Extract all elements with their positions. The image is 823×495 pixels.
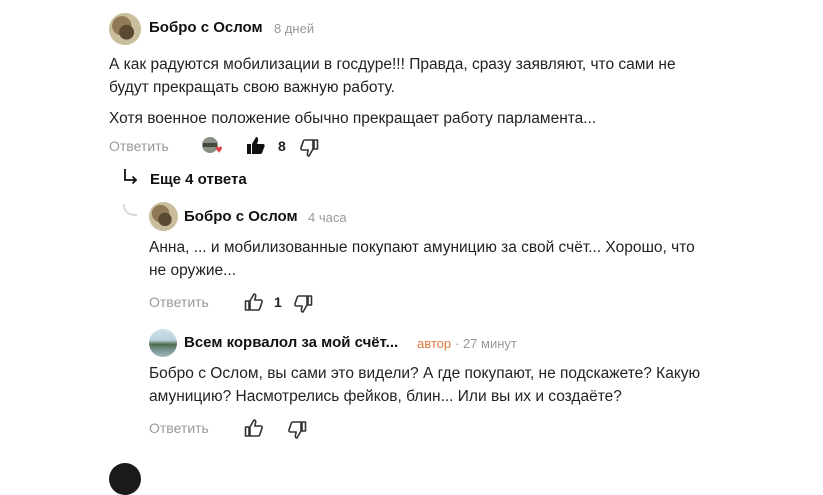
comment-time: 8 дней (274, 21, 315, 36)
reply-button[interactable]: Ответить (109, 138, 169, 154)
comment-body: А как радуются мобилизации в госдуре!!! … (109, 53, 709, 130)
more-replies-button[interactable]: Еще 4 ответа (150, 171, 247, 188)
reply-button[interactable]: Ответить (149, 420, 209, 436)
avatar[interactable] (149, 202, 178, 231)
avatar[interactable] (109, 13, 141, 45)
reply-arrow-icon (123, 168, 139, 186)
thumbs-up-icon[interactable] (246, 136, 266, 156)
comment-paragraph: Бобро с Ослом, вы сами это видели? А где… (149, 365, 701, 405)
like-count: 8 (278, 138, 286, 154)
comment-paragraph: Хотя военное положение обычно прекращает… (109, 110, 597, 127)
comment-time: · 27 минут (455, 336, 517, 351)
author-name[interactable]: Всем корвалол за мой счёт... (184, 334, 398, 351)
reaction-heart-icon[interactable] (201, 137, 223, 155)
avatar[interactable] (109, 463, 141, 495)
comment-time: 4 часа (308, 210, 347, 225)
avatar[interactable] (149, 329, 177, 357)
author-name[interactable]: Бобро с Ослом (184, 208, 298, 225)
thumbs-down-icon[interactable] (293, 294, 313, 314)
thumbs-up-icon[interactable] (244, 292, 264, 312)
thread-connector-icon (123, 203, 139, 217)
comment-body: Бобро с Ослом, вы сами это видели? А где… (149, 362, 709, 408)
comment-paragraph: А как радуются мобилизации в госдуре!!! … (109, 56, 676, 96)
author-badge: автор (417, 336, 452, 351)
comment-body: Анна, ... и мобилизованные покупают амун… (149, 236, 709, 282)
like-count: 1 (274, 294, 282, 310)
comment-paragraph: Анна, ... и мобилизованные покупают амун… (149, 239, 695, 279)
reply-button[interactable]: Ответить (149, 294, 209, 310)
thumbs-down-icon[interactable] (287, 420, 307, 440)
author-name[interactable]: Бобро с Ослом (149, 19, 263, 36)
thumbs-up-icon[interactable] (244, 418, 264, 438)
thumbs-down-icon[interactable] (299, 138, 319, 158)
